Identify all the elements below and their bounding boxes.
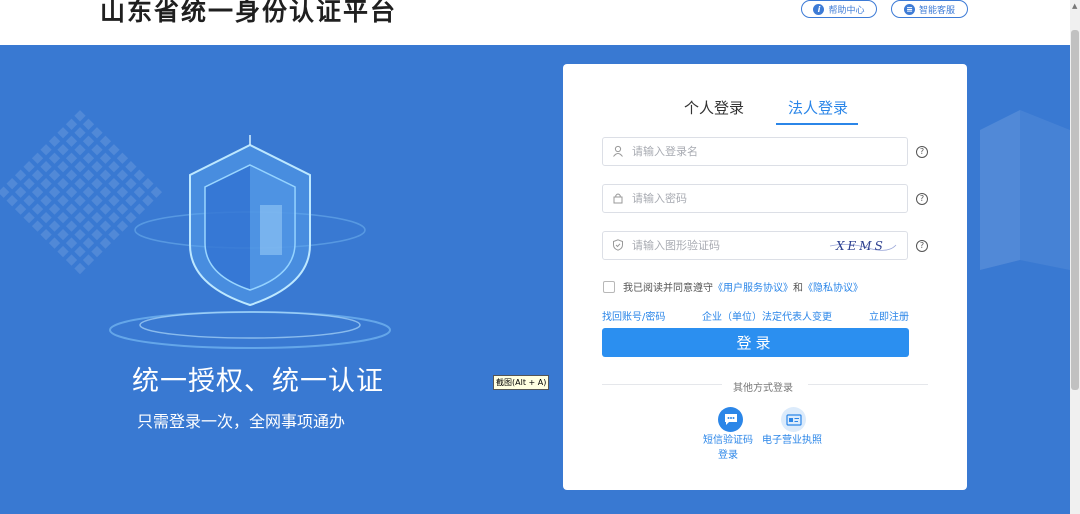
help-center-button[interactable]: i 帮助中心 xyxy=(801,0,877,18)
password-input[interactable] xyxy=(632,185,822,212)
password-help-icon[interactable]: ? xyxy=(916,193,928,205)
shield-illustration xyxy=(109,135,391,349)
captcha-text: XEMS xyxy=(835,239,886,253)
shield-check-icon xyxy=(613,239,623,251)
scrollbar-thumb[interactable] xyxy=(1071,30,1079,390)
agreement-row: 我已阅读并同意遵守 《用户服务协议》 和 《隐私协议》 xyxy=(603,279,863,294)
register-link[interactable]: 立即注册 xyxy=(869,308,909,323)
agreement-prefix: 我已阅读并同意遵守 xyxy=(623,283,713,294)
slogan-sub: 只需登录一次，全网事项通办 xyxy=(137,412,346,431)
tab-legal-person-login[interactable]: 法人登录 xyxy=(788,97,848,118)
privacy-link[interactable]: 《隐私协议》 xyxy=(803,279,863,294)
divider-right xyxy=(808,384,928,385)
sms-login-button[interactable] xyxy=(718,407,743,432)
captcha-image[interactable]: XEMS xyxy=(828,235,898,256)
change-representative-link[interactable]: 企业（单位）法定代表人变更 xyxy=(702,308,832,323)
sms-login-label[interactable]: 短信验证码 登录 xyxy=(703,433,753,463)
license-login-button[interactable] xyxy=(781,407,806,432)
agreement-checkbox[interactable] xyxy=(603,280,615,293)
username-input[interactable] xyxy=(632,138,822,165)
license-login-label[interactable]: 电子营业执照 xyxy=(762,433,822,448)
username-field[interactable] xyxy=(602,137,908,166)
slogan-main: 统一授权、统一认证 xyxy=(132,366,384,397)
agreement-conjunction: 和 xyxy=(793,283,803,294)
login-card: 个人登录 法人登录 ? ? XEMS ? 我已阅读并同意遵守 《用户服务协议》 xyxy=(563,64,967,490)
smart-service-button[interactable]: ≡ 智能客服 xyxy=(891,0,968,18)
captcha-field[interactable]: XEMS xyxy=(602,231,908,260)
help-center-label: 帮助中心 xyxy=(828,5,865,16)
user-icon xyxy=(613,145,623,157)
site-title: 山东省统一身份认证平台 xyxy=(100,0,398,26)
header: 山东省统一身份认证平台 i 帮助中心 ≡ 智能客服 xyxy=(0,0,1070,45)
captcha-help-icon[interactable]: ? xyxy=(916,240,928,252)
password-field[interactable] xyxy=(602,184,908,213)
license-icon xyxy=(785,413,802,426)
smart-service-label: 智能客服 xyxy=(918,5,955,16)
divider-left xyxy=(602,384,722,385)
scroll-up-icon[interactable]: ▲ xyxy=(1072,2,1077,10)
building-decoration xyxy=(980,110,1070,270)
tab-personal-login[interactable]: 个人登录 xyxy=(684,97,744,118)
screenshot-tooltip: 截图(Alt + A) xyxy=(493,375,550,390)
login-button[interactable]: 登录 xyxy=(602,328,909,357)
lock-icon xyxy=(613,193,623,204)
chat-icon xyxy=(724,414,737,425)
scrollbar[interactable]: ▲ xyxy=(1070,0,1080,514)
username-help-icon[interactable]: ? xyxy=(916,146,928,158)
sms-login-label-line1: 短信验证码 xyxy=(703,435,753,446)
service-icon: ≡ xyxy=(903,3,915,15)
recover-account-link[interactable]: 找回账号/密码 xyxy=(602,308,665,323)
other-methods-label: 其他方式登录 xyxy=(733,383,793,394)
active-tab-indicator xyxy=(776,123,858,125)
terms-link[interactable]: 《用户服务协议》 xyxy=(713,279,793,294)
info-icon: i xyxy=(813,3,825,15)
captcha-input[interactable] xyxy=(632,232,822,259)
sms-login-label-line2: 登录 xyxy=(718,450,738,461)
